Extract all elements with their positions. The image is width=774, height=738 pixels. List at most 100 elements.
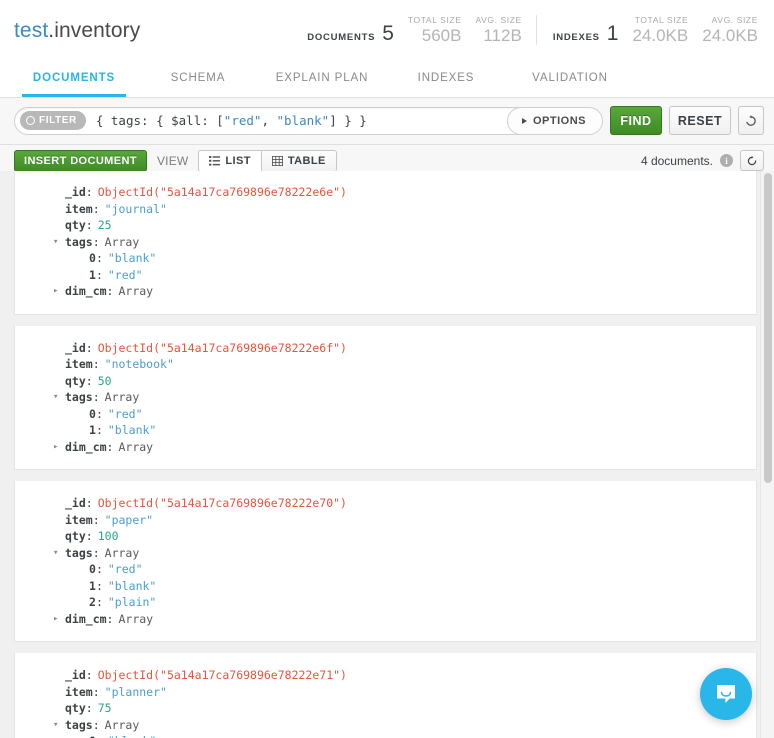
- collection-tabbar: DOCUMENTS SCHEMA EXPLAIN PLAN INDEXES VA…: [0, 62, 774, 98]
- filter-suffix: ] } }: [329, 113, 367, 128]
- array-item: 2: "plain": [89, 595, 157, 609]
- chevron-down-icon[interactable]: ▾: [53, 545, 58, 562]
- chevron-down-icon[interactable]: ▾: [53, 717, 58, 734]
- indexes-avg-size: AVG. SIZE 24.0KB: [702, 15, 758, 45]
- field-key: tags: [65, 717, 93, 732]
- find-button[interactable]: FIND: [610, 106, 662, 135]
- refresh-icon: [747, 155, 757, 165]
- array-value: "red": [107, 267, 143, 282]
- tab-documents[interactable]: DOCUMENTS: [22, 62, 126, 97]
- array-value: "blank": [108, 733, 156, 738]
- field-key: qty: [65, 529, 86, 543]
- field-key: item: [65, 357, 93, 371]
- indexes-avg-size-value: 24.0KB: [702, 26, 758, 45]
- indexes-total-size-value: 24.0KB: [632, 26, 689, 45]
- field-value: 100: [97, 529, 119, 543]
- array-item: 0:"blank": [89, 251, 157, 265]
- field-value: ObjectId("5a14a17ca769896e78222e70"): [97, 496, 347, 510]
- field-value: 25: [97, 218, 112, 232]
- reset-button[interactable]: RESET: [669, 106, 731, 135]
- chevron-down-icon[interactable]: ▾: [53, 389, 58, 406]
- insert-document-button[interactable]: INSERT DOCUMENT: [14, 149, 147, 172]
- chevron-right-icon[interactable]: ▸: [53, 439, 58, 456]
- document-card[interactable]: _id: ObjectId("5a14a17ca769896e78222e71")…: [14, 653, 757, 738]
- tab-explain-plan[interactable]: EXPLAIN PLAN: [270, 62, 374, 97]
- documents-stat-value: 5: [382, 22, 394, 45]
- document-list[interactable]: _id: ObjectId("5a14a17ca769896e78222e6e")…: [0, 171, 774, 738]
- array-index: 0: [89, 562, 96, 576]
- field-row: qty:50: [65, 373, 112, 388]
- filter-input[interactable]: FILTER { tags: { $all: ["red", "blank"] …: [14, 106, 586, 135]
- field-value: 50: [97, 373, 112, 388]
- field-value: Array: [104, 545, 140, 560]
- field-value: ObjectId("5a14a17ca769896e78222e6e"): [97, 185, 347, 199]
- document-count-text: 4 documents.: [640, 153, 713, 168]
- tab-schema[interactable]: SCHEMA: [146, 62, 250, 97]
- filter-badge-label: FILTER: [39, 115, 77, 126]
- field-row: qty:100: [65, 529, 119, 543]
- field-key: item: [65, 684, 93, 699]
- field-key: qty: [65, 373, 86, 388]
- filter-string-red: "red": [223, 113, 262, 128]
- field-row-expandable: ▾ tags: Array: [53, 545, 140, 562]
- field-value: "paper": [104, 512, 154, 527]
- field-key: item: [65, 201, 93, 216]
- tab-validation[interactable]: VALIDATION: [518, 62, 622, 97]
- field-value: Array: [118, 284, 154, 298]
- view-table-button[interactable]: TABLE: [260, 150, 336, 171]
- options-button[interactable]: OPTIONS: [506, 106, 603, 135]
- field-row: _id: ObjectId("5a14a17ca769896e78222e6e"): [65, 185, 347, 199]
- indexes-avg-size-label: AVG. SIZE: [711, 15, 758, 25]
- field-row-expandable: ▾ tags: Array: [53, 717, 140, 734]
- collection-name: inventory: [54, 19, 141, 42]
- chevron-down-icon[interactable]: ▾: [53, 234, 58, 251]
- tab-indexes[interactable]: INDEXES: [394, 62, 498, 97]
- view-list-button[interactable]: LIST: [199, 150, 261, 171]
- field-row-collapsible: ▸ dim_cm: Array: [53, 283, 154, 300]
- documents-avg-size-value: 112B: [483, 26, 522, 45]
- filter-badge: FILTER: [20, 111, 86, 130]
- chevron-right-icon: [521, 117, 527, 124]
- page-title: test.inventory: [14, 19, 140, 43]
- field-row: item: "notebook": [65, 357, 174, 371]
- array-item: 0:"blank": [15, 733, 756, 738]
- chevron-right-icon[interactable]: ▸: [53, 283, 58, 300]
- vertical-scrollbar[interactable]: [760, 171, 774, 738]
- documents-stat-label: DOCUMENTS: [307, 32, 376, 43]
- field-key: _id: [65, 496, 86, 510]
- collection-header: test.inventory DOCUMENTS 5 TOTAL SIZE 56…: [0, 0, 774, 62]
- chat-bubble-icon: [717, 685, 735, 703]
- filter-string-blank: "blank": [276, 113, 330, 128]
- field-key: _id: [65, 185, 86, 199]
- field-value: Array: [104, 234, 140, 249]
- document-card[interactable]: _id: ObjectId("5a14a17ca769896e78222e6f")…: [14, 325, 757, 470]
- field-value: Array: [104, 717, 140, 732]
- chat-launcher-button[interactable]: [700, 668, 752, 720]
- array-item: 0: "red": [89, 562, 143, 576]
- options-label: OPTIONS: [532, 114, 586, 127]
- chevron-right-icon[interactable]: ▸: [53, 611, 58, 628]
- field-key: dim_cm: [65, 611, 107, 626]
- filter-comma: ,: [261, 113, 277, 128]
- document-card[interactable]: _id: ObjectId("5a14a17ca769896e78222e6e")…: [14, 171, 757, 315]
- view-table-label: TABLE: [287, 154, 326, 167]
- scrollbar-thumb[interactable]: [764, 173, 772, 483]
- field-row: qty:75: [65, 701, 112, 715]
- refresh-button[interactable]: [740, 150, 764, 171]
- document-card[interactable]: _id: ObjectId("5a14a17ca769896e78222e70")…: [14, 481, 757, 642]
- array-index: 0: [89, 251, 96, 265]
- array-item: 1: "blank": [89, 423, 157, 437]
- field-row-collapsible: ▸ dim_cm: Array: [53, 439, 154, 456]
- indexes-stat-group: INDEXES 1 TOTAL SIZE 24.0KB AVG. SIZE 24…: [535, 15, 758, 45]
- field-value: 75: [97, 701, 112, 715]
- indexes-stat-label: INDEXES: [552, 32, 600, 43]
- query-history-button[interactable]: [738, 106, 764, 135]
- field-value: "journal": [104, 201, 167, 216]
- info-icon[interactable]: i: [720, 154, 733, 167]
- documents-total-size-label: TOTAL SIZE: [407, 15, 462, 25]
- compass-window: test.inventory DOCUMENTS 5 TOTAL SIZE 56…: [0, 0, 774, 738]
- documents-avg-size-label: AVG. SIZE: [475, 15, 522, 25]
- field-value: Array: [118, 439, 154, 454]
- array-value: "red": [107, 406, 143, 421]
- filter-circle-icon: [26, 116, 35, 125]
